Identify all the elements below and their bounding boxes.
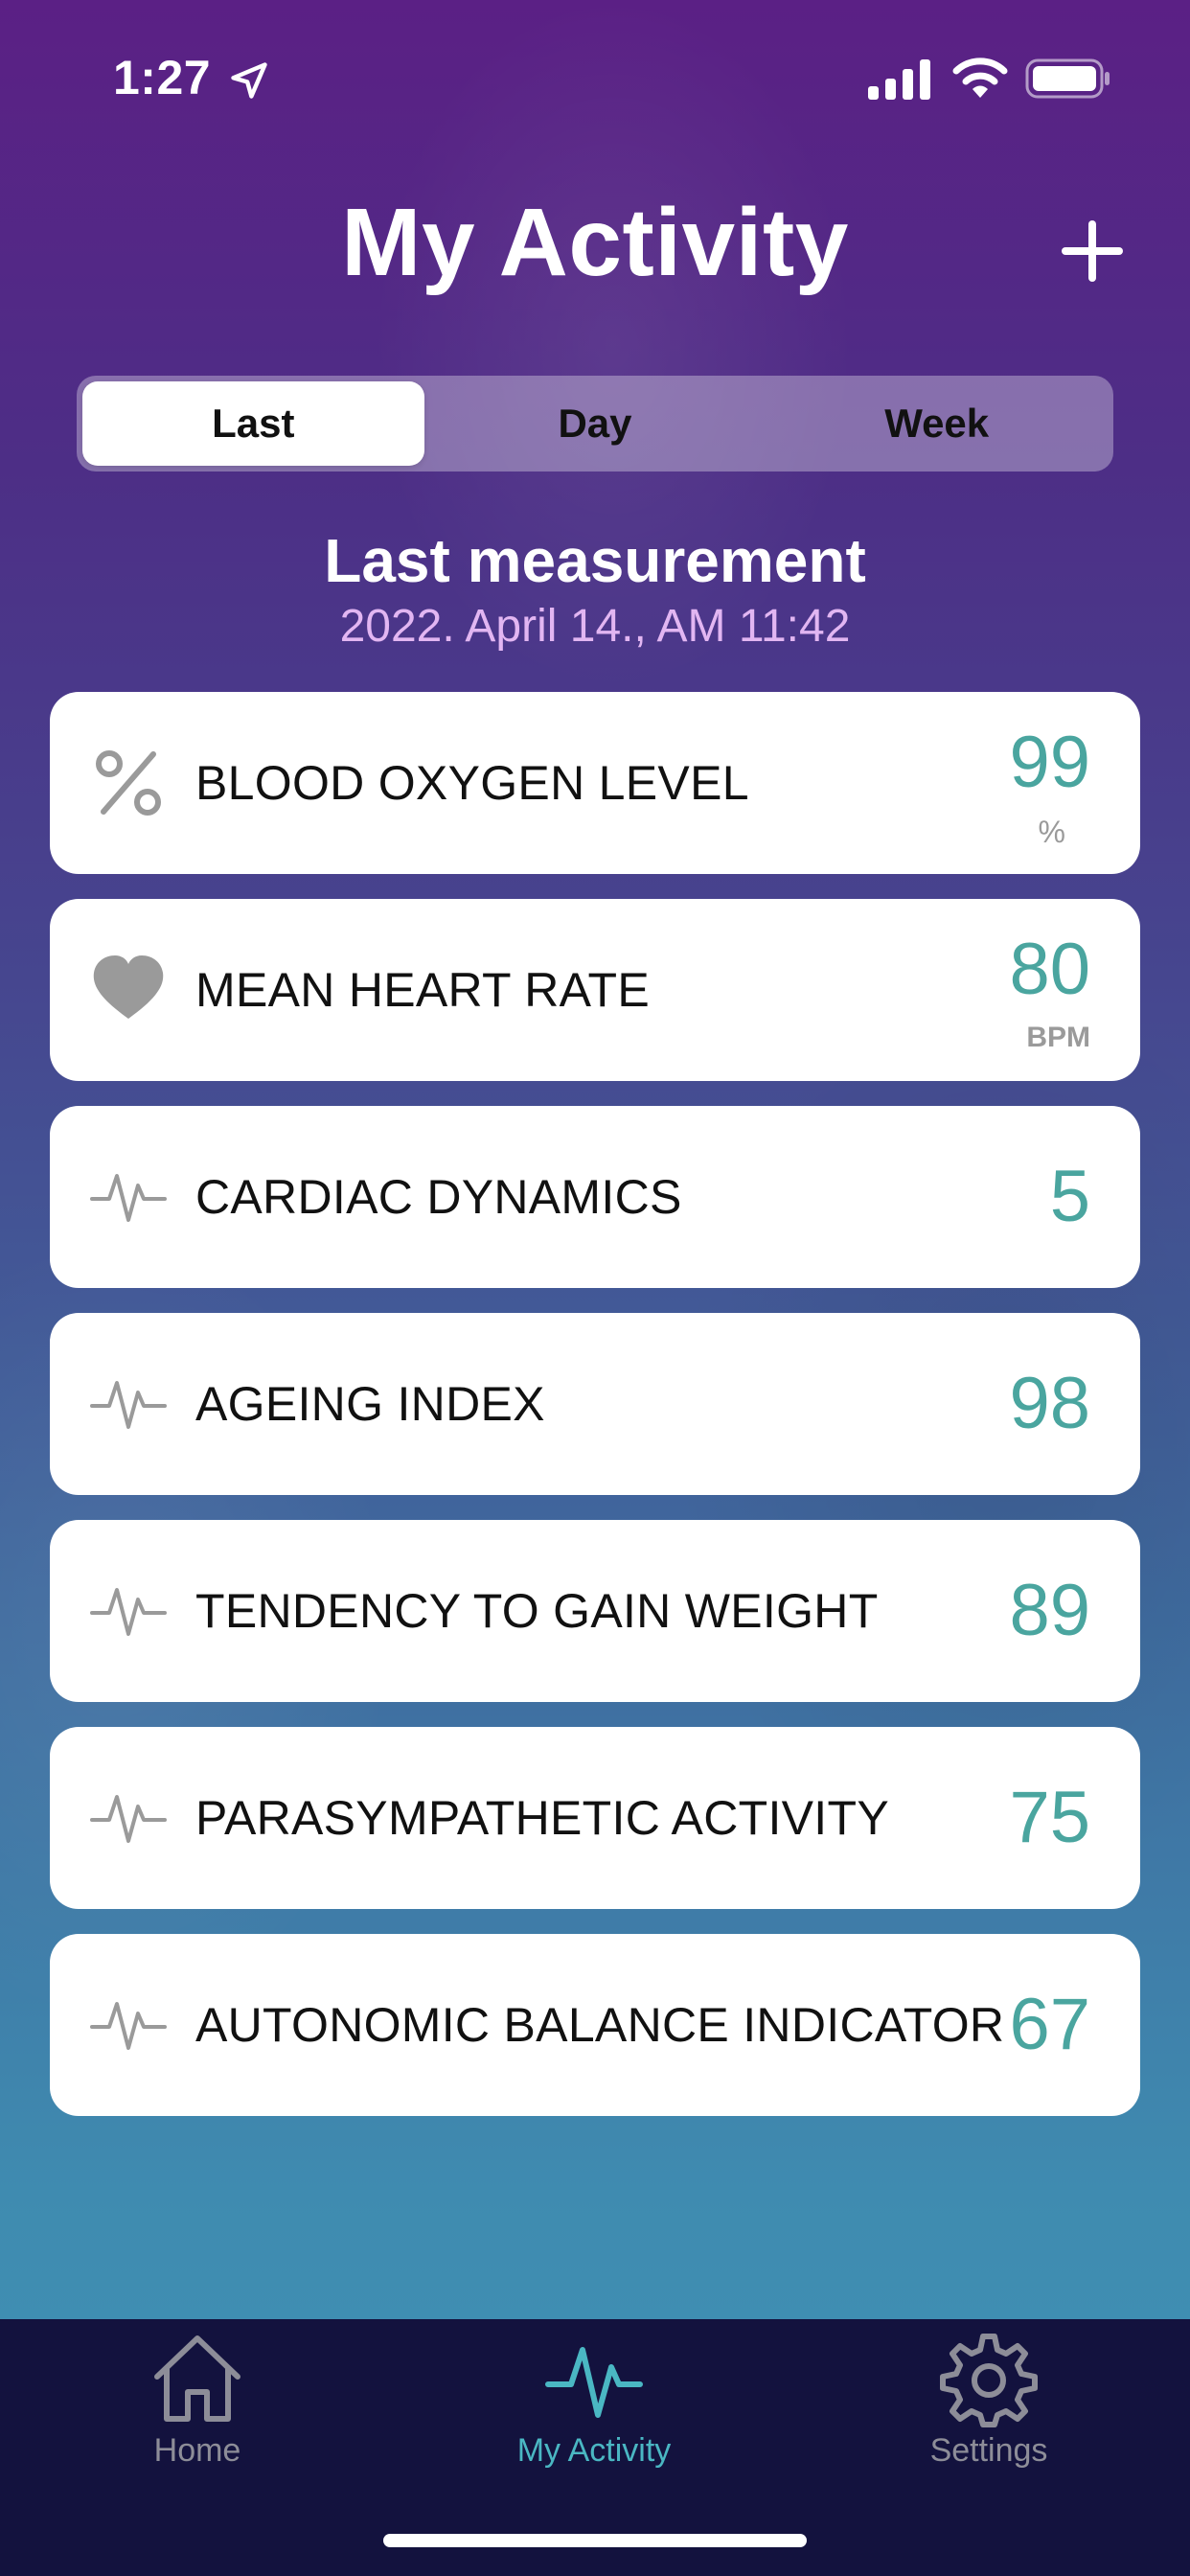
metric-value: 99 bbox=[1009, 722, 1090, 803]
metric-card-parasympathetic[interactable]: PARASYMPATHETIC ACTIVITY 75 bbox=[50, 1727, 1140, 1909]
segment-last[interactable]: Last bbox=[82, 381, 424, 466]
tab-home[interactable]: Home bbox=[54, 2329, 341, 2501]
metric-value: 5 bbox=[1049, 1156, 1090, 1237]
home-icon bbox=[154, 2335, 240, 2422]
metric-card-heart-rate[interactable]: MEAN HEART RATE 80 BPM bbox=[50, 899, 1140, 1081]
metric-label: AGEING INDEX bbox=[195, 1377, 545, 1431]
metric-label: AUTONOMIC BALANCE INDICATOR bbox=[195, 1998, 1005, 2052]
metrics-list: BLOOD OXYGEN LEVEL 99 % MEAN HEART RATE … bbox=[50, 692, 1140, 2141]
metric-card-cardiac-dynamics[interactable]: CARDIAC DYNAMICS 5 bbox=[50, 1106, 1140, 1288]
metric-card-weight-tendency[interactable]: TENDENCY TO GAIN WEIGHT 89 bbox=[50, 1520, 1140, 1702]
pulse-icon bbox=[90, 2002, 167, 2050]
pulse-icon bbox=[90, 1795, 167, 1843]
page-title: My Activity bbox=[341, 189, 849, 296]
measurement-title: Last measurement bbox=[324, 526, 866, 595]
gear-icon bbox=[940, 2334, 1038, 2427]
pulse-icon bbox=[545, 2347, 643, 2418]
metric-card-autonomic-balance[interactable]: AUTONOMIC BALANCE INDICATOR 67 bbox=[50, 1934, 1140, 2116]
metric-value: 67 bbox=[1009, 1984, 1090, 2065]
tab-label: My Activity bbox=[516, 2432, 672, 2469]
pulse-icon bbox=[90, 1174, 167, 1222]
metric-card-blood-oxygen[interactable]: BLOOD OXYGEN LEVEL 99 % bbox=[50, 692, 1140, 874]
pulse-icon bbox=[90, 1381, 167, 1429]
tab-settings[interactable]: Settings bbox=[845, 2329, 1133, 2501]
metric-label: BLOOD OXYGEN LEVEL bbox=[195, 756, 749, 810]
period-segmented-control: Last Day Week bbox=[77, 376, 1113, 472]
add-button[interactable] bbox=[1054, 213, 1131, 289]
percent-icon bbox=[96, 750, 161, 816]
metric-value: 89 bbox=[1009, 1570, 1090, 1651]
plus-icon bbox=[1062, 220, 1123, 282]
status-time: 1:27 bbox=[113, 51, 212, 104]
tab-my-activity[interactable]: My Activity bbox=[450, 2329, 738, 2501]
segment-day[interactable]: Day bbox=[424, 381, 767, 466]
metric-unit: BPM bbox=[1026, 1022, 1090, 1053]
wifi-icon bbox=[952, 58, 1008, 98]
metric-card-ageing-index[interactable]: AGEING INDEX 98 bbox=[50, 1313, 1140, 1495]
home-indicator bbox=[383, 2534, 807, 2547]
status-bar: 1:27 bbox=[0, 0, 1190, 144]
metric-value: 75 bbox=[1009, 1777, 1090, 1858]
pulse-icon bbox=[90, 1588, 167, 1636]
metric-value: 98 bbox=[1009, 1363, 1090, 1444]
tab-label: Home bbox=[153, 2432, 241, 2469]
battery-icon bbox=[1025, 58, 1110, 99]
metric-label: MEAN HEART RATE bbox=[195, 963, 651, 1017]
metric-label: CARDIAC DYNAMICS bbox=[195, 1170, 682, 1224]
measurement-date: 2022. April 14., AM 11:42 bbox=[339, 601, 851, 652]
metric-unit: % bbox=[1038, 815, 1065, 849]
location-arrow-icon bbox=[231, 62, 267, 99]
metric-label: TENDENCY TO GAIN WEIGHT bbox=[195, 1584, 879, 1638]
tab-label: Settings bbox=[929, 2432, 1048, 2469]
segment-week[interactable]: Week bbox=[766, 381, 1108, 466]
heart-icon bbox=[93, 955, 164, 1019]
metric-value: 80 bbox=[1009, 929, 1090, 1010]
cellular-signal-icon bbox=[868, 59, 930, 100]
metric-label: PARASYMPATHETIC ACTIVITY bbox=[195, 1791, 889, 1845]
